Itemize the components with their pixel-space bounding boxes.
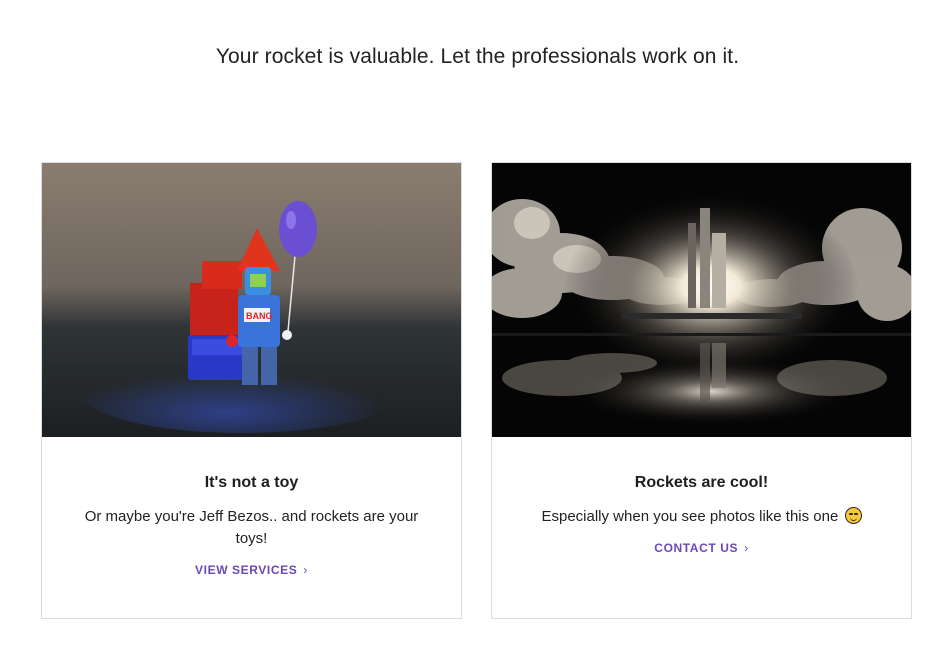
card-rockets-are-cool: Rockets are cool! Especially when you se… bbox=[491, 162, 912, 619]
page-headline: Your rocket is valuable. Let the profess… bbox=[215, 45, 740, 68]
link-label: CONTACT US bbox=[654, 541, 739, 555]
lego-rocket-image: BANG bbox=[42, 163, 461, 437]
card-title: Rockets are cool! bbox=[634, 474, 769, 491]
chevron-right-icon: › bbox=[303, 563, 308, 577]
card-text-wrap: Especially when you see photos like this… bbox=[522, 506, 882, 528]
card-text: Or maybe you're Jeff Bezos.. and rockets… bbox=[84, 508, 419, 547]
contact-us-link[interactable]: CONTACT US › bbox=[654, 541, 748, 555]
card-text: Especially when you see photos like this… bbox=[541, 508, 839, 525]
smiling-face-icon bbox=[844, 507, 862, 524]
rocket-launch-image bbox=[492, 163, 911, 437]
view-services-link[interactable]: VIEW SERVICES › bbox=[195, 563, 308, 577]
svg-text:BANG: BANG bbox=[246, 311, 273, 321]
card-not-a-toy: BANG It's not a toy Or maybe you're Jeff… bbox=[41, 162, 462, 619]
card-title: It's not a toy bbox=[204, 474, 299, 491]
link-label: VIEW SERVICES bbox=[195, 563, 298, 577]
chevron-right-icon: › bbox=[744, 541, 749, 555]
